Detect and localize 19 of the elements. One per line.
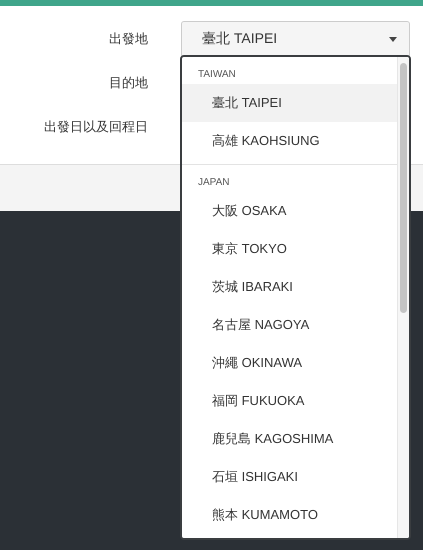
dropdown-option[interactable]: 沖繩 OKINAWA	[182, 344, 397, 382]
dropdown-option[interactable]: 石垣 ISHIGAKI	[182, 458, 397, 496]
dropdown-option[interactable]: 高雄 KAOHSIUNG	[182, 122, 397, 160]
field-label: 目的地	[108, 74, 148, 92]
dropdown-option[interactable]: 熊本 KUMAMOTO	[182, 496, 397, 534]
dropdown-option[interactable]: 鹿兒島 KAGOSHIMA	[182, 420, 397, 458]
dropdown-option[interactable]: 東京 TOKYO	[182, 230, 397, 268]
dropdown-option[interactable]: 大阪 OSAKA	[182, 192, 397, 230]
dropdown-option[interactable]: 茨城 IBARAKI	[182, 268, 397, 306]
origin-select[interactable]: 臺北 TAIPEI	[181, 20, 410, 58]
field-label: 出發日以及回程日	[43, 118, 148, 136]
dropdown-option[interactable]: 福岡 FUKUOKA	[182, 382, 397, 420]
scrollbar[interactable]	[397, 57, 409, 538]
caret-icon	[389, 36, 397, 42]
dropdown-option[interactable]: 臺北 TAIPEI	[182, 84, 397, 122]
group-header: JAPAN	[197, 176, 230, 190]
field-label: 出發地	[108, 30, 148, 48]
dropdown-option[interactable]: 名古屋 NAGOYA	[182, 306, 397, 344]
group-header: TAIWAN	[197, 68, 237, 82]
